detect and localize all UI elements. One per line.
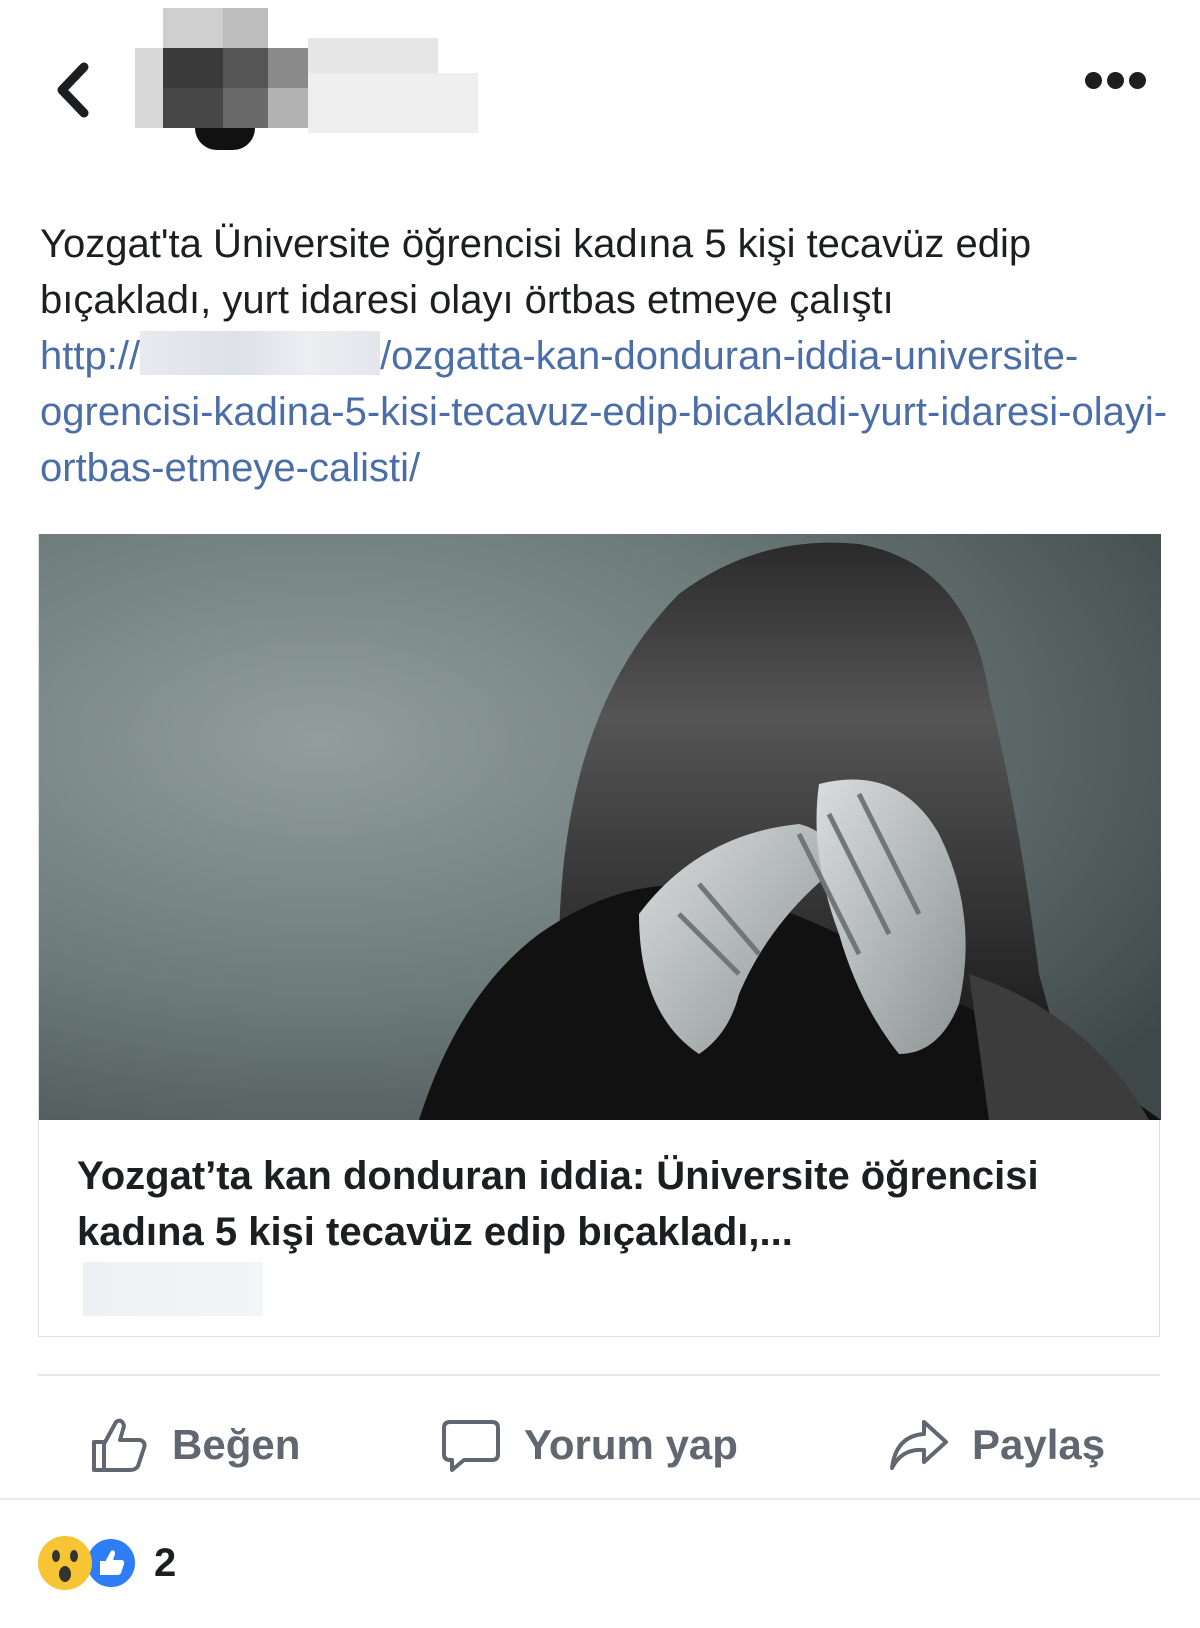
like-label: Beğen bbox=[172, 1421, 301, 1468]
blurred-author-name[interactable] bbox=[135, 8, 495, 150]
share-arrow-icon bbox=[890, 1420, 948, 1470]
reactions-summary[interactable]: 2 bbox=[38, 1533, 176, 1593]
share-label: Paylaş bbox=[972, 1421, 1106, 1468]
redacted-source-domain bbox=[83, 1262, 263, 1316]
action-bar: Beğen Yorum yap Paylaş bbox=[0, 1400, 1200, 1490]
comment-button[interactable]: Yorum yap bbox=[440, 1400, 738, 1490]
dot-icon bbox=[1107, 72, 1124, 89]
divider bbox=[38, 1374, 1160, 1376]
link-preview-image[interactable] bbox=[39, 534, 1161, 1120]
link-preview-title[interactable]: Yozgat’ta kan donduran iddia: Üniversite… bbox=[77, 1148, 1117, 1260]
share-button[interactable]: Paylaş bbox=[888, 1400, 1105, 1490]
like-reaction-icon bbox=[84, 1536, 138, 1590]
back-button[interactable] bbox=[50, 55, 100, 125]
post-text: Yozgat'ta Üniversite öğrencisi kadına 5 … bbox=[40, 222, 1032, 322]
divider bbox=[0, 1498, 1200, 1500]
redacted-domain bbox=[140, 331, 381, 375]
reaction-count: 2 bbox=[154, 1540, 177, 1585]
dot-icon bbox=[1085, 72, 1102, 89]
comment-label: Yorum yap bbox=[524, 1421, 738, 1468]
like-button[interactable]: Beğen bbox=[88, 1400, 300, 1490]
thumbs-up-icon bbox=[92, 1418, 147, 1472]
link-preview-card[interactable]: Yozgat’ta kan donduran iddia: Üniversite… bbox=[38, 534, 1161, 1337]
dot-icon bbox=[1129, 72, 1146, 89]
wow-reaction-icon bbox=[38, 1536, 92, 1590]
woman-covering-face-image bbox=[39, 534, 1161, 1120]
more-options-button[interactable] bbox=[1085, 72, 1155, 102]
post-body: Yozgat'ta Üniversite öğrencisi kadına 5 … bbox=[40, 216, 1170, 496]
link-prefix: http:// bbox=[40, 334, 141, 378]
post-header bbox=[0, 0, 1200, 160]
post-link[interactable]: http:///ozgatta-kan-donduran-iddia-unive… bbox=[40, 328, 1170, 496]
comment-bubble-icon bbox=[442, 1420, 500, 1472]
chevron-left-icon bbox=[57, 62, 89, 118]
